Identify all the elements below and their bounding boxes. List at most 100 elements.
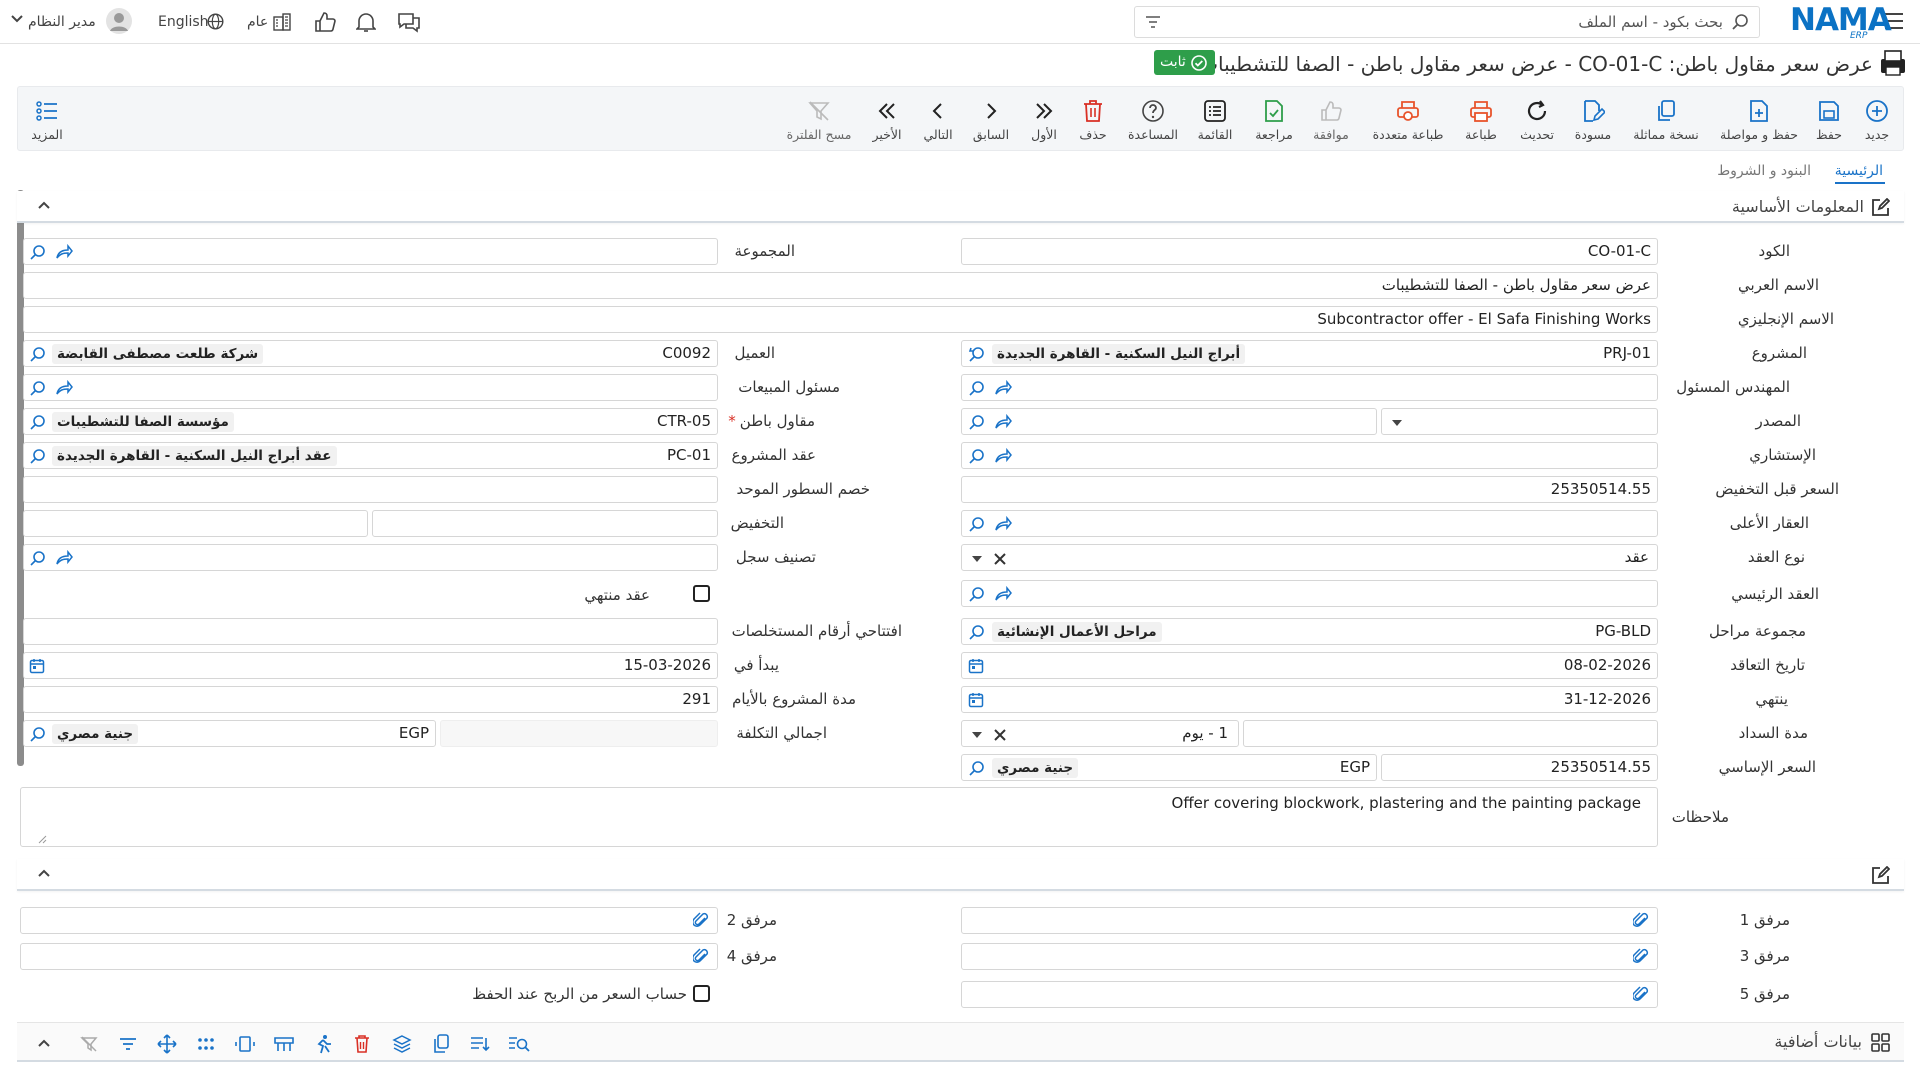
clear-filter-icon[interactable] xyxy=(76,1032,102,1056)
collapse-chevron-icon[interactable] xyxy=(37,867,51,879)
language-switch[interactable]: English xyxy=(158,12,209,32)
trash-icon[interactable] xyxy=(349,1032,375,1056)
search-list-icon[interactable] xyxy=(506,1032,532,1056)
dots-grid-icon[interactable] xyxy=(193,1032,219,1056)
dropdown-caret-icon[interactable] xyxy=(1391,419,1403,427)
project-field[interactable]: PRJ-01 أبراج النيل السكنية - القاهرة الج… xyxy=(961,340,1658,367)
clear-x-icon[interactable] xyxy=(994,729,1006,741)
filter-icon[interactable] xyxy=(115,1032,141,1056)
price-before-discount-field[interactable]: 25350514.55 xyxy=(961,476,1658,503)
save-continue-button[interactable]: حفظ و مواصلة xyxy=(1720,99,1798,143)
collapse-chevron-icon[interactable] xyxy=(37,1037,51,1049)
bell-icon[interactable] xyxy=(356,11,376,33)
contract-ended-checkbox[interactable] xyxy=(693,585,710,602)
move-icon[interactable] xyxy=(154,1032,180,1056)
phase-group-field[interactable]: PG-BLD مراحل الأعمال الإنشائية xyxy=(961,618,1658,645)
collapse-chevron-icon[interactable] xyxy=(37,199,51,211)
lookup-search-icon[interactable] xyxy=(968,759,986,777)
share-arrow-icon[interactable] xyxy=(994,586,1012,602)
discount-percent-field[interactable] xyxy=(372,510,718,537)
print-button[interactable]: طباعة xyxy=(1446,99,1516,143)
parent-property-field[interactable] xyxy=(961,510,1658,537)
lookup-search-icon[interactable] xyxy=(29,725,47,743)
lookup-search-icon[interactable] xyxy=(968,345,986,363)
lookup-search-icon[interactable] xyxy=(968,447,986,465)
lookup-search-icon[interactable] xyxy=(968,379,986,397)
lookup-search-icon[interactable] xyxy=(29,549,47,567)
tab-terms[interactable]: البنود و الشروط xyxy=(1717,160,1811,182)
copy-icon[interactable] xyxy=(428,1032,454,1056)
code-field[interactable]: CO-01-C xyxy=(961,238,1658,265)
lookup-search-icon[interactable] xyxy=(29,413,47,431)
paperclip-icon[interactable] xyxy=(1633,912,1649,930)
attachment4-field[interactable] xyxy=(20,943,718,970)
resize-handle-icon[interactable] xyxy=(37,834,47,844)
share-arrow-icon[interactable] xyxy=(994,380,1012,396)
attachment3-field[interactable] xyxy=(961,943,1658,970)
share-arrow-icon[interactable] xyxy=(994,448,1012,464)
source-type-select[interactable] xyxy=(1381,408,1658,435)
arabic-name-field[interactable]: عرض سعر مقاول باطن - الصفا للتشطيبات xyxy=(23,272,1658,299)
fit-width-icon[interactable] xyxy=(232,1032,258,1056)
share-arrow-icon[interactable] xyxy=(994,414,1012,430)
duration-days-field[interactable]: 291 xyxy=(23,686,718,713)
help-button[interactable]: المساعدة xyxy=(1118,99,1188,143)
project-contract-field[interactable]: PC-01 عقد أبراج النيل السكنية - القاهرة … xyxy=(23,442,718,469)
unified-line-discount-field[interactable] xyxy=(23,476,718,503)
lookup-search-icon[interactable] xyxy=(29,447,47,465)
share-arrow-icon[interactable] xyxy=(55,380,73,396)
attachment2-field[interactable] xyxy=(20,907,718,934)
list-button[interactable]: القائمة xyxy=(1180,99,1250,143)
paperclip-icon[interactable] xyxy=(693,912,709,930)
chat-icon[interactable] xyxy=(397,11,421,33)
sales-rep-field[interactable] xyxy=(23,374,718,401)
contract-type-select[interactable]: عقد xyxy=(961,544,1658,571)
payment-period-field[interactable] xyxy=(1243,720,1658,747)
multi-print-button[interactable]: طباعة متعددة xyxy=(1373,99,1443,143)
clear-x-icon[interactable] xyxy=(994,553,1006,565)
sort-list-icon[interactable] xyxy=(467,1032,493,1056)
group-field[interactable] xyxy=(23,238,718,265)
tab-main[interactable]: الرئيسية xyxy=(1835,160,1883,182)
engineer-field[interactable] xyxy=(961,374,1658,401)
lookup-search-icon[interactable] xyxy=(29,379,47,397)
more-button[interactable]: المزيد xyxy=(12,99,82,143)
user-name[interactable]: مدير النظام xyxy=(28,12,96,32)
lookup-search-icon[interactable] xyxy=(968,413,986,431)
paperclip-icon[interactable] xyxy=(1633,986,1649,1004)
payment-period-unit-select[interactable]: 1 - يوم xyxy=(961,720,1239,747)
base-currency-field[interactable]: EGP جنية مصري xyxy=(961,754,1377,781)
share-arrow-icon[interactable] xyxy=(55,550,73,566)
discount-amount-field[interactable] xyxy=(23,510,368,537)
thumbs-up-icon[interactable] xyxy=(314,11,336,33)
globe-icon[interactable] xyxy=(207,13,224,30)
starts-on-field[interactable]: 15-03-2026 xyxy=(23,652,718,679)
runner-icon[interactable] xyxy=(310,1032,336,1056)
english-name-field[interactable]: Subcontractor offer - El Safa Finishing … xyxy=(23,306,1658,333)
lookup-search-icon[interactable] xyxy=(968,623,986,641)
layers-icon[interactable] xyxy=(389,1032,415,1056)
last-button[interactable]: الأخير xyxy=(852,99,922,143)
search-icon[interactable] xyxy=(1731,13,1749,31)
attachment1-field[interactable] xyxy=(961,907,1658,934)
calendar-icon[interactable] xyxy=(968,658,984,674)
source-field[interactable] xyxy=(961,408,1377,435)
lookup-search-icon[interactable] xyxy=(968,515,986,533)
save-button[interactable]: حفظ xyxy=(1794,99,1864,143)
total-cost-currency-field[interactable]: EGP جنية مصري xyxy=(23,720,436,747)
calc-price-checkbox[interactable] xyxy=(693,985,710,1002)
subcontractor-field[interactable]: CTR-05 مؤسسة الصفا للتشطيبات xyxy=(23,408,718,435)
attachment5-field[interactable] xyxy=(961,981,1658,1008)
table-columns-icon[interactable] xyxy=(271,1032,297,1056)
copy-button[interactable]: نسخة مماثلة xyxy=(1631,99,1701,143)
notes-textarea[interactable]: Offer covering blockwork, plastering and… xyxy=(20,787,1658,847)
customer-field[interactable]: C0092 شركة طلعت مصطفى القابضة xyxy=(23,340,718,367)
scope-label[interactable]: عام xyxy=(247,12,268,32)
clear-filter-button[interactable]: مسح الفلترة xyxy=(784,99,854,143)
paperclip-icon[interactable] xyxy=(1633,948,1649,966)
main-contract-field[interactable] xyxy=(961,580,1658,607)
filter-lines-icon[interactable] xyxy=(1145,15,1161,29)
base-price-field[interactable]: 25350514.55 xyxy=(1381,754,1658,781)
paperclip-icon[interactable] xyxy=(693,948,709,966)
contract-date-field[interactable]: 08-02-2026 xyxy=(961,652,1658,679)
